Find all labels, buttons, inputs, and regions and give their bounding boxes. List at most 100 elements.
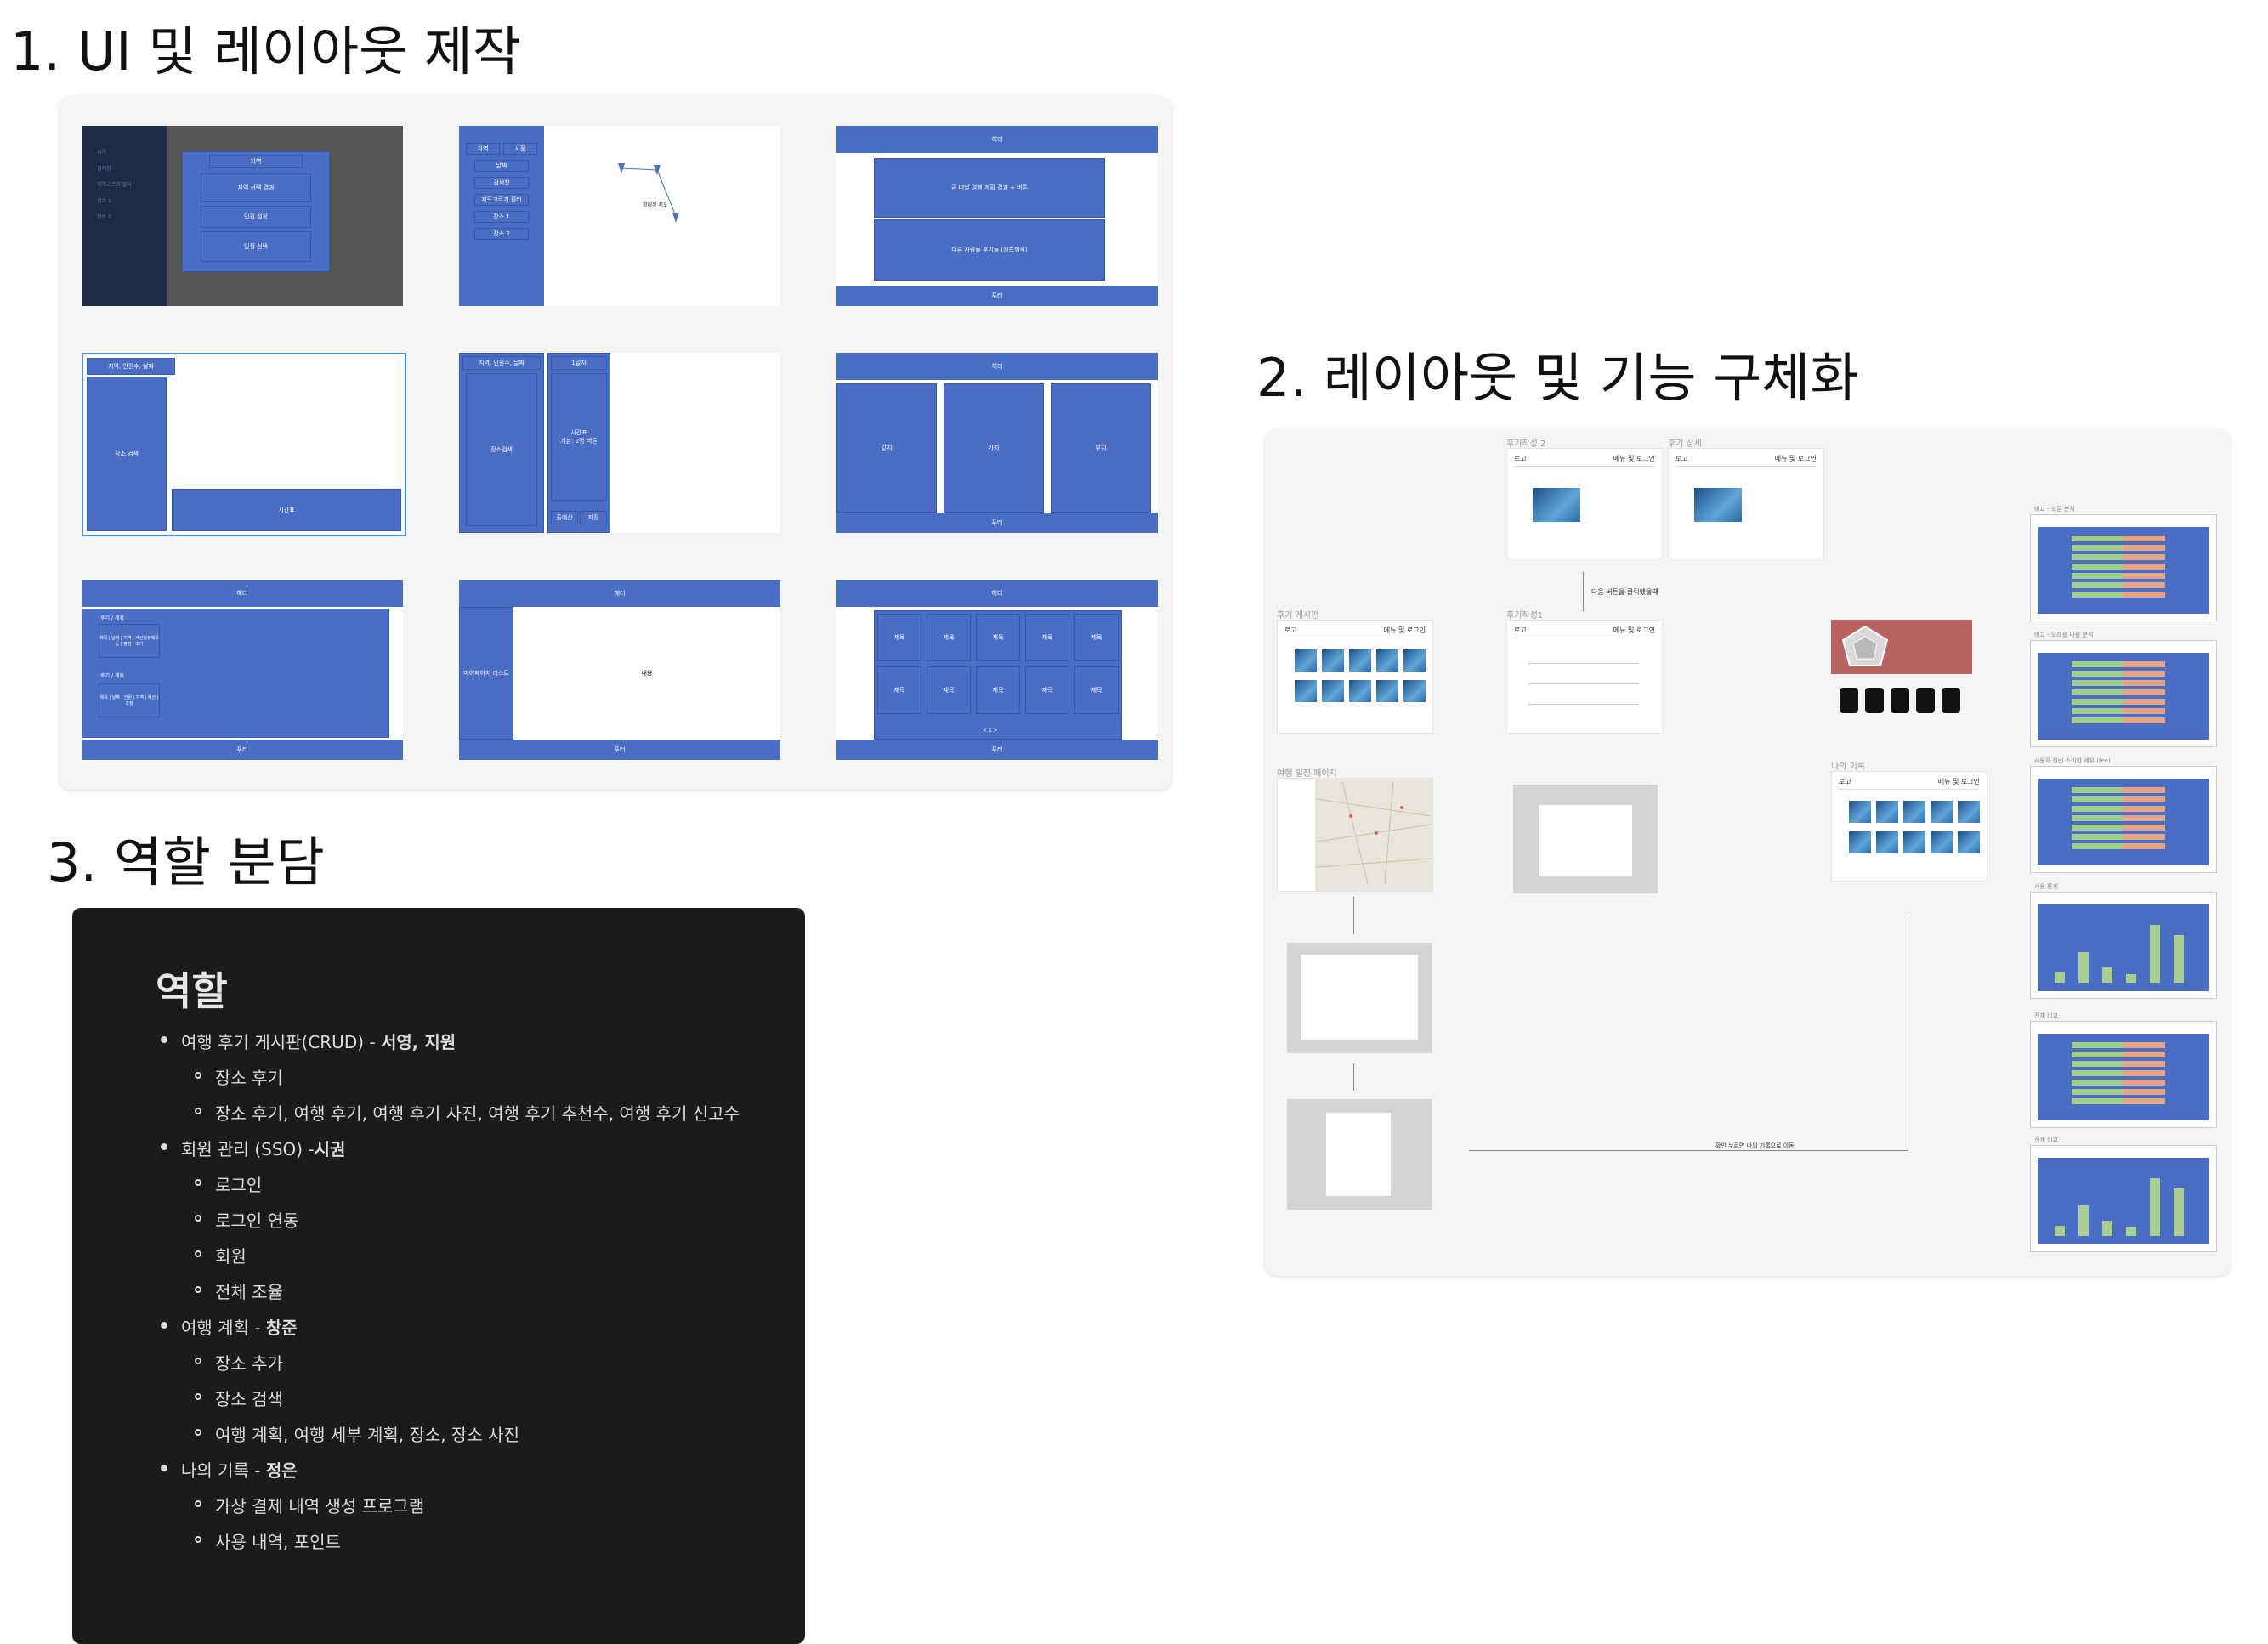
- photo-thumbnail[interactable]: [1349, 680, 1371, 702]
- review-board-page[interactable]: 로고 메뉴 및 로그인: [1277, 620, 1433, 734]
- travel-plan-page[interactable]: [1277, 778, 1433, 892]
- grid-card[interactable]: 제목: [877, 614, 921, 661]
- side-item[interactable]: 지도고르기 필터: [474, 194, 529, 206]
- mypage-list[interactable]: 마이페이지 리스트: [459, 607, 513, 740]
- grid-card[interactable]: 제목: [927, 614, 971, 661]
- photo-thumbnail[interactable]: [1958, 831, 1980, 853]
- photo-thumbnail[interactable]: [1403, 649, 1426, 672]
- bar-green: [2072, 834, 2123, 840]
- stats-chart-panel[interactable]: 비교 - 오래를 나를 분석: [2030, 632, 2217, 747]
- bar-green: [2072, 1061, 2123, 1067]
- plan-box[interactable]: 곧 떠날 여행 계획 결과 + 버튼: [874, 158, 1105, 218]
- chart-area: [2038, 904, 2209, 991]
- page-label: 후기 게시판: [1277, 611, 1319, 621]
- footer: 푸터: [836, 513, 1158, 533]
- grid-card[interactable]: 제목: [976, 614, 1020, 661]
- grid-card[interactable]: 제목: [1074, 614, 1119, 661]
- filter-bar[interactable]: 지역, 인원수, 날짜: [87, 358, 175, 375]
- side-item[interactable]: 장소 1: [474, 211, 529, 223]
- review-write1-page[interactable]: 로고 메뉴 및 로그인: [1506, 620, 1663, 734]
- row-title: 후기 / 계획: [100, 673, 124, 679]
- wireframe-card-grid[interactable]: 헤더 제목 제목 제목 제목 제목 제목 제목 제목 제목 제목 < 1 > 푸터: [836, 580, 1158, 760]
- plan-confirm-frame[interactable]: [1287, 1099, 1432, 1210]
- side-item[interactable]: 장소 2: [474, 228, 529, 240]
- photo-thumbnail[interactable]: [1322, 680, 1344, 702]
- side-item[interactable]: 지역: [466, 143, 500, 155]
- photo-thumbnail[interactable]: [1876, 801, 1898, 823]
- footer: 푸터: [836, 286, 1158, 306]
- photo-thumbnail[interactable]: [1295, 680, 1317, 702]
- photo-thumbnail[interactable]: [1295, 649, 1317, 672]
- plan-edit-frame[interactable]: [1287, 943, 1432, 1053]
- photo-thumbnail[interactable]: [1931, 801, 1953, 823]
- modal-field[interactable]: 인원 설정: [201, 206, 311, 228]
- grid-card[interactable]: 제목: [1025, 666, 1069, 714]
- bar-green: [2072, 564, 2123, 570]
- wireframe-plan-search[interactable]: 지역, 인원수, 날짜 장소 검색 시간표: [82, 353, 406, 536]
- modal-field[interactable]: 지역 선택 결과: [201, 173, 311, 202]
- grid-card[interactable]: 제목: [1025, 614, 1069, 661]
- grid-card[interactable]: 제목: [927, 666, 971, 714]
- photo-thumbnail[interactable]: [1849, 801, 1871, 823]
- bar-green: [2174, 1188, 2184, 1236]
- review-write2-page[interactable]: 로고 메뉴 및 로그인: [1506, 448, 1663, 558]
- side-item[interactable]: 날짜: [474, 160, 529, 172]
- wireframe-plan-timetable[interactable]: 지역, 인원수, 날짜 장소검색 1일차 시간표 기본: 2명 버튼 출예산 저…: [459, 353, 780, 533]
- wireframe-mypage[interactable]: 헤더 마이페이지 리스트 내용 푸터: [459, 580, 780, 760]
- photo-thumbnail[interactable]: [1903, 801, 1925, 823]
- photo-thumbnail[interactable]: [1931, 831, 1953, 853]
- grid-card[interactable]: 제목: [1074, 666, 1119, 714]
- wireframe-home[interactable]: 헤더 곧 떠날 여행 계획 결과 + 버튼 다른 사람들 후기들 (카드형식) …: [836, 126, 1158, 306]
- plan-detail-frame[interactable]: [1513, 785, 1658, 893]
- flow-arrow: [1583, 572, 1584, 611]
- wireframe-review-list[interactable]: 헤더 후기 / 계획 제목 | 날짜 | 지역 | 계인일정제목들 | 평점 |…: [82, 580, 403, 760]
- my-records-page[interactable]: 로고 메뉴 및 로그인: [1831, 771, 1987, 882]
- wireframe-region-modal[interactable]: 지역 검색창 지역고르기 필터 장소 1 장소 2 지역 지역 선택 결과 인원…: [82, 126, 403, 306]
- bar-green: [2150, 925, 2160, 983]
- filter-bar[interactable]: 지역, 인원수, 날짜: [462, 356, 541, 370]
- timetable[interactable]: 시간표: [172, 489, 401, 531]
- modal-field[interactable]: 일정 선택: [201, 231, 311, 262]
- stats-chart-panel[interactable]: 사용 통계: [2030, 883, 2217, 999]
- photo-thumbnail[interactable]: [1376, 649, 1398, 672]
- modal-field[interactable]: 지역: [209, 155, 303, 168]
- save-button[interactable]: 저장: [580, 511, 607, 524]
- photo-thumbnail[interactable]: [1849, 831, 1871, 853]
- budget-button[interactable]: 출예산: [551, 511, 578, 524]
- grid-card[interactable]: 제목: [976, 666, 1020, 714]
- pagination[interactable]: < 1 >: [983, 728, 998, 734]
- photo-thumbnail[interactable]: [1876, 831, 1898, 853]
- side-item[interactable]: 시점: [503, 143, 537, 155]
- wireframe-three-columns[interactable]: 헤더 같지 가지 부지 푸터: [836, 353, 1158, 533]
- side-item[interactable]: 검색창: [474, 177, 529, 189]
- role-text: 회원: [215, 1246, 247, 1267]
- luggage-icons: [1840, 688, 1960, 713]
- stats-chart-panel[interactable]: 비교 - 오른 분석: [2030, 506, 2217, 621]
- photo-thumbnail[interactable]: [1349, 649, 1371, 672]
- people-button[interactable]: 기본: 2명 버튼: [560, 437, 597, 445]
- photo-thumbnail[interactable]: [1403, 680, 1426, 702]
- photo-thumbnail[interactable]: [1958, 801, 1980, 823]
- photo-thumbnail[interactable]: [1903, 831, 1925, 853]
- stats-chart-panel[interactable]: 전체 비교: [2030, 1012, 2217, 1128]
- bar-orange: [2123, 708, 2165, 714]
- role-text: 여행 계획, 여행 세부 계획, 장소, 장소 사진: [215, 1425, 519, 1445]
- review-row[interactable]: 제목 | 날짜 | 지역 | 계인일정제목들 | 평점 | 조기: [99, 624, 160, 658]
- photo-thumbnail[interactable]: [1322, 649, 1344, 672]
- stats-chart-panel[interactable]: 사용자 최빈 소비한 세부 (fee): [2030, 757, 2217, 873]
- day-selector[interactable]: 1일차: [551, 356, 607, 370]
- roles-panel: 역할 여행 후기 게시판(CRUD) - 서영, 지원 장소 후기 장소 후기, 여…: [72, 908, 805, 1644]
- place-search-box[interactable]: 장소검색: [466, 373, 537, 526]
- review-box[interactable]: 다른 사람들 후기들 (카드형식): [874, 219, 1105, 281]
- review-detail-page[interactable]: 로고 메뉴 및 로그인: [1668, 448, 1824, 558]
- wireframe-map-page[interactable]: 지역 시점 날짜 검색창 지도고르기 필터 장소 1 장소 2 확대된 지도: [459, 126, 780, 306]
- grid-card[interactable]: 제목: [877, 666, 921, 714]
- column-card[interactable]: 같지: [836, 383, 937, 513]
- column-card[interactable]: 부지: [1051, 383, 1151, 513]
- review-row[interactable]: 제목 | 날짜 | 인원 | 지역 | 예산 | 조정: [99, 683, 160, 717]
- stats-chart-panel[interactable]: 전체 비교: [2030, 1137, 2217, 1252]
- place-search[interactable]: 장소 검색: [87, 377, 167, 531]
- column-card[interactable]: 가지: [944, 383, 1044, 513]
- page-label: 후기작성1: [1506, 611, 1544, 621]
- photo-thumbnail[interactable]: [1376, 680, 1398, 702]
